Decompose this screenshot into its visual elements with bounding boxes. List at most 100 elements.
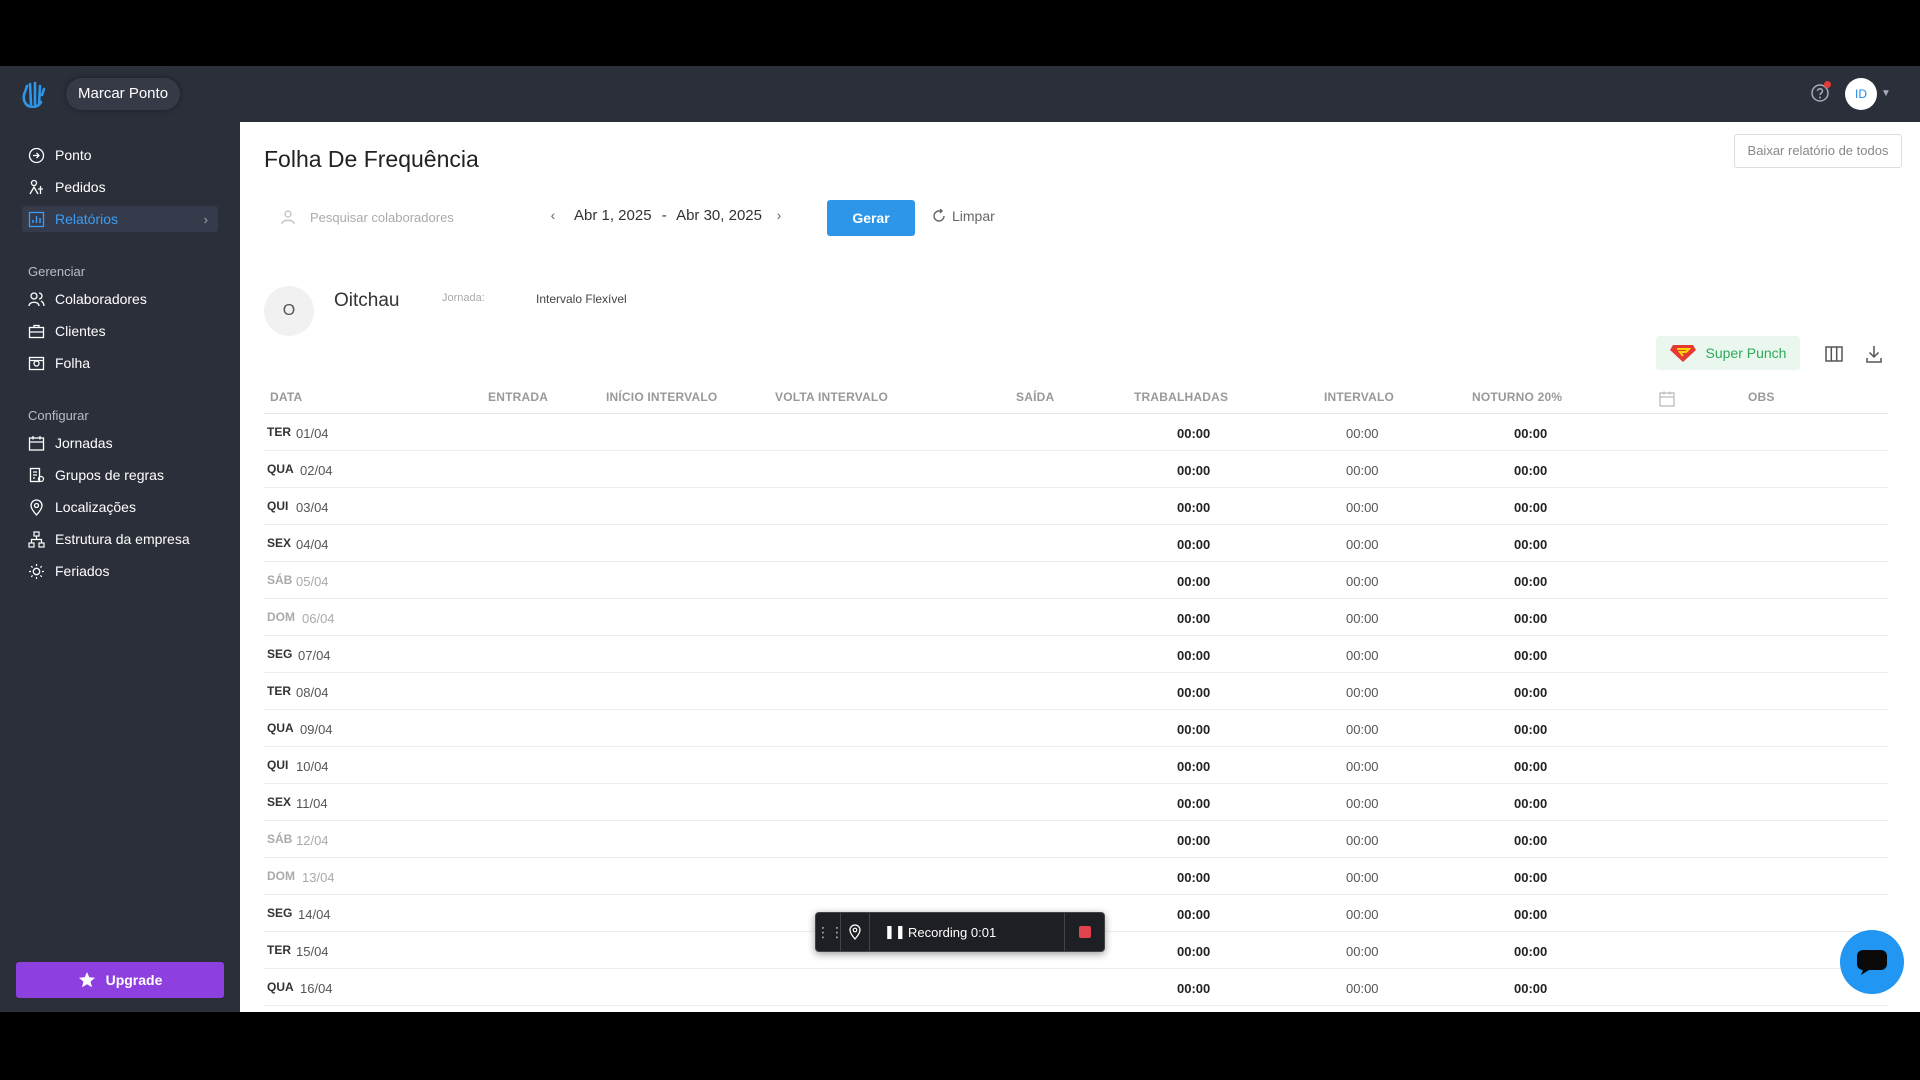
previous-period-button[interactable]: ‹ bbox=[542, 204, 564, 226]
day-of-week: QUI bbox=[267, 758, 289, 772]
cell-intervalo: 00:00 bbox=[1346, 833, 1379, 848]
sidebar-item-label: Clientes bbox=[55, 323, 106, 339]
cell-trabalhadas: 00:00 bbox=[1177, 537, 1211, 552]
search-input[interactable] bbox=[310, 209, 490, 225]
screen-recorder-bar[interactable]: ⋮⋮ ❚❚ Recording 0:01 bbox=[815, 912, 1105, 952]
notification-dot bbox=[1824, 81, 1831, 88]
pin-button[interactable] bbox=[840, 912, 870, 952]
sidebar-item-grupos-de-regras[interactable]: Grupos de regras bbox=[22, 462, 218, 488]
jornada-label: Jornada: bbox=[442, 292, 485, 304]
stop-recording-button[interactable] bbox=[1064, 913, 1104, 951]
table-row[interactable]: SEG 07/04 00:00 00:00 00:00 bbox=[264, 636, 1888, 673]
sidebar-item-jornadas[interactable]: Jornadas bbox=[22, 430, 218, 456]
col-intervalo: INTERVALO bbox=[1324, 390, 1395, 404]
row-date: 09/04 bbox=[300, 722, 333, 737]
cell-trabalhadas: 00:00 bbox=[1177, 944, 1211, 959]
cell-intervalo: 00:00 bbox=[1346, 944, 1379, 959]
table-row[interactable]: SEX 04/04 00:00 00:00 00:00 bbox=[264, 525, 1888, 562]
hand-logo-icon[interactable] bbox=[20, 80, 46, 108]
cell-noturno: 00:00 bbox=[1514, 981, 1548, 996]
table-row[interactable]: SEX 11/04 00:00 00:00 00:00 bbox=[264, 784, 1888, 821]
sidebar-item-ponto[interactable]: Ponto bbox=[22, 142, 218, 168]
day-of-week: TER bbox=[267, 943, 291, 957]
sun-icon bbox=[29, 563, 44, 579]
clear-button[interactable]: Limpar bbox=[932, 208, 995, 224]
table-row[interactable]: QUI 03/04 00:00 00:00 00:00 bbox=[264, 488, 1888, 525]
table-row[interactable]: DOM 06/04 00:00 00:00 00:00 bbox=[264, 599, 1888, 636]
cell-trabalhadas: 00:00 bbox=[1177, 500, 1211, 515]
table-row[interactable]: DOM 13/04 00:00 00:00 00:00 bbox=[264, 858, 1888, 895]
cell-noturno: 00:00 bbox=[1514, 648, 1548, 663]
day-of-week: TER bbox=[267, 425, 291, 439]
location-pin-icon bbox=[849, 924, 861, 940]
sidebar-item-label: Localizações bbox=[55, 499, 136, 515]
cell-trabalhadas: 00:00 bbox=[1177, 759, 1211, 774]
user-avatar[interactable]: ID bbox=[1845, 78, 1877, 110]
sidebar-item-pedidos[interactable]: Pedidos bbox=[22, 174, 218, 200]
cell-noturno: 00:00 bbox=[1514, 463, 1548, 478]
cell-intervalo: 00:00 bbox=[1346, 870, 1379, 885]
table-row[interactable]: TER 08/04 00:00 00:00 00:00 bbox=[264, 673, 1888, 710]
sidebar-item-label: Pedidos bbox=[55, 179, 106, 195]
cell-trabalhadas: 00:00 bbox=[1177, 870, 1211, 885]
pause-icon[interactable]: ❚❚ bbox=[884, 924, 906, 940]
col-inicio-intervalo: INÍCIO INTERVALO bbox=[606, 390, 718, 404]
cell-intervalo: 00:00 bbox=[1346, 500, 1379, 515]
table-row[interactable]: QUA 02/04 00:00 00:00 00:00 bbox=[264, 451, 1888, 488]
day-of-week: QUA bbox=[267, 721, 294, 735]
sidebar-item-feriados[interactable]: Feriados bbox=[22, 558, 218, 584]
sidebar-item-relatorios[interactable]: Relatórios › bbox=[22, 206, 218, 232]
sidebar-item-colaboradores[interactable]: Colaboradores bbox=[22, 286, 218, 312]
download-all-report-button[interactable]: Baixar relatório de todos bbox=[1734, 134, 1902, 168]
table-row[interactable]: QUI 10/04 00:00 00:00 00:00 bbox=[264, 747, 1888, 784]
drag-handle-icon[interactable]: ⋮⋮ bbox=[816, 924, 844, 941]
sidebar-item-estrutura-da-empresa[interactable]: Estrutura da empresa bbox=[22, 526, 218, 552]
login-icon bbox=[28, 147, 45, 163]
table-row[interactable]: QUA 09/04 00:00 00:00 00:00 bbox=[264, 710, 1888, 747]
next-period-button[interactable]: › bbox=[768, 204, 790, 226]
cell-noturno: 00:00 bbox=[1514, 796, 1548, 811]
columns-icon[interactable] bbox=[1824, 344, 1844, 364]
sidebar-item-label: Estrutura da empresa bbox=[55, 531, 190, 547]
row-date: 08/04 bbox=[296, 685, 329, 700]
users-icon bbox=[28, 291, 45, 306]
chart-icon bbox=[28, 211, 45, 227]
table-row[interactable]: SÁB 05/04 00:00 00:00 00:00 bbox=[264, 562, 1888, 599]
cell-intervalo: 00:00 bbox=[1346, 685, 1379, 700]
employee-name: Oitchau bbox=[334, 290, 400, 311]
upgrade-label: Upgrade bbox=[105, 972, 163, 988]
sidebar-item-folha[interactable]: Folha bbox=[22, 350, 218, 376]
table-row[interactable]: QUA 16/04 00:00 00:00 00:00 bbox=[264, 969, 1888, 1006]
table-row[interactable]: TER 01/04 00:00 00:00 00:00 bbox=[264, 414, 1888, 451]
money-icon bbox=[28, 356, 45, 370]
upgrade-button[interactable]: Upgrade bbox=[16, 962, 224, 998]
cell-noturno: 00:00 bbox=[1514, 611, 1548, 626]
sidebar-item-label: Colaboradores bbox=[55, 291, 147, 307]
col-data[interactable]: DATA bbox=[270, 390, 302, 404]
table-row[interactable]: SÁB 12/04 00:00 00:00 00:00 bbox=[264, 821, 1888, 858]
download-icon[interactable] bbox=[1864, 344, 1884, 364]
generate-button[interactable]: Gerar bbox=[827, 200, 915, 236]
cell-intervalo: 00:00 bbox=[1346, 759, 1379, 774]
day-of-week: DOM bbox=[267, 869, 295, 883]
chevron-down-icon[interactable]: ▼ bbox=[1881, 88, 1891, 99]
cell-trabalhadas: 00:00 bbox=[1177, 574, 1211, 589]
cell-intervalo: 00:00 bbox=[1346, 574, 1379, 589]
date-start: Abr 1, 2025 bbox=[574, 207, 652, 224]
employee-search[interactable] bbox=[264, 200, 514, 234]
cell-noturno: 00:00 bbox=[1514, 537, 1548, 552]
calendar-icon[interactable] bbox=[1658, 390, 1676, 408]
sidebar-item-localizacoes[interactable]: Localizações bbox=[22, 494, 218, 520]
super-punch-button[interactable]: Super Punch bbox=[1656, 336, 1800, 370]
main-content: Folha De Frequência Baixar relatório de … bbox=[240, 122, 1920, 1012]
recording-timer: Recording 0:01 bbox=[908, 924, 997, 940]
marcar-ponto-button[interactable]: Marcar Ponto bbox=[66, 78, 181, 110]
day-of-week: QUI bbox=[267, 499, 289, 513]
section-label-gerenciar: Gerenciar bbox=[28, 264, 86, 279]
chat-button[interactable] bbox=[1840, 930, 1904, 994]
cell-trabalhadas: 00:00 bbox=[1177, 685, 1211, 700]
col-trabalhadas: TRABALHADAS bbox=[1134, 390, 1229, 404]
row-date: 02/04 bbox=[300, 463, 333, 478]
date-range[interactable]: Abr 1, 2025 - Abr 30, 2025 bbox=[574, 207, 762, 224]
sidebar-item-clientes[interactable]: Clientes bbox=[22, 318, 218, 344]
